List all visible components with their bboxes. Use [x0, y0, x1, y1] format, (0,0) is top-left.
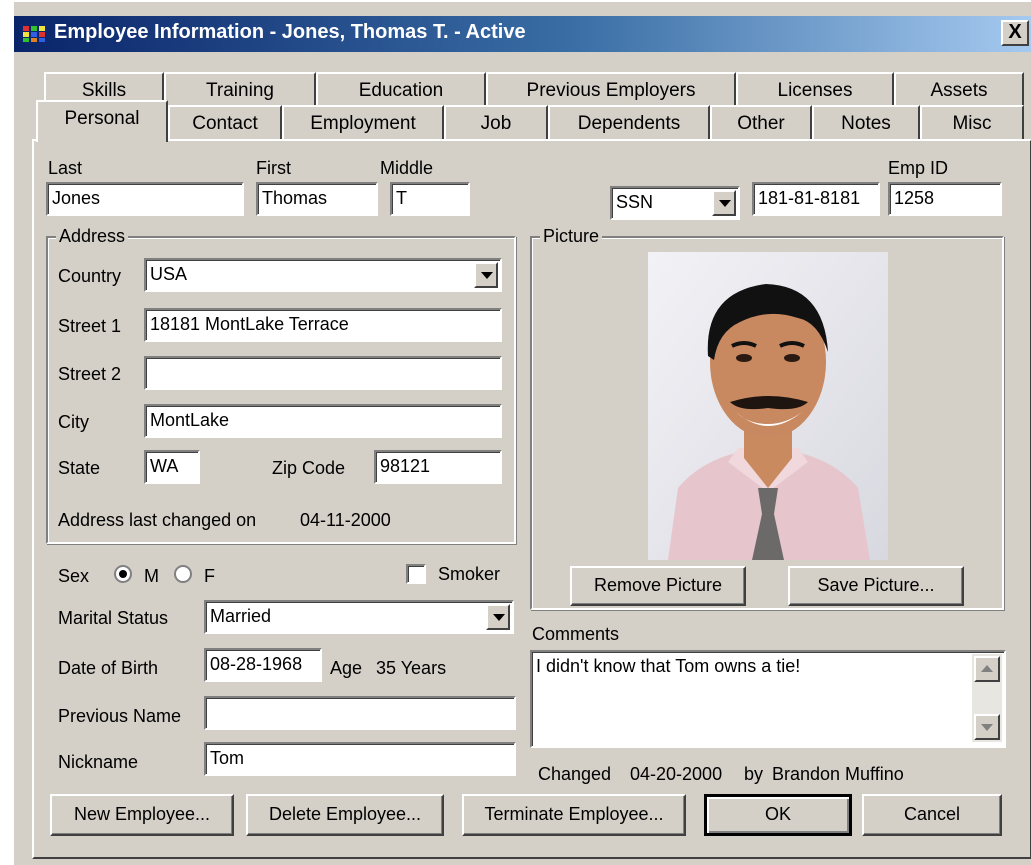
tab-personal[interactable]: Personal	[36, 100, 168, 142]
window-title: Employee Information - Jones, Thomas T. …	[54, 21, 526, 43]
tab-notes[interactable]: Notes	[812, 105, 920, 141]
close-button[interactable]: X	[1001, 20, 1029, 46]
personal-tab-panel	[32, 139, 1031, 859]
tab-contact[interactable]: Contact	[168, 105, 282, 141]
close-icon: X	[1008, 21, 1022, 43]
tab-previous-employers[interactable]: Previous Employers	[486, 72, 736, 108]
tab-licenses[interactable]: Licenses	[736, 72, 894, 108]
tab-assets[interactable]: Assets	[894, 72, 1024, 108]
tab-misc[interactable]: Misc	[920, 105, 1024, 141]
tab-other[interactable]: Other	[710, 105, 812, 141]
title-bar[interactable]: Employee Information - Jones, Thomas T. …	[14, 16, 1031, 52]
tab-job[interactable]: Job	[444, 105, 548, 141]
tab-training[interactable]: Training	[164, 72, 316, 108]
tab-dependents[interactable]: Dependents	[548, 105, 710, 141]
app-icon	[23, 26, 45, 42]
tab-education[interactable]: Education	[316, 72, 486, 108]
tab-employment[interactable]: Employment	[282, 105, 444, 141]
employee-info-window: Employee Information - Jones, Thomas T. …	[12, 0, 1031, 865]
